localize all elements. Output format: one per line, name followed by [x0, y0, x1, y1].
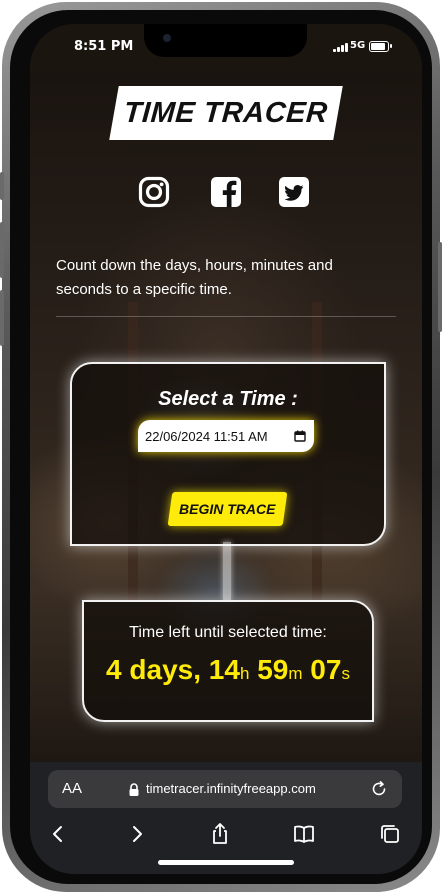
tabs-icon[interactable]: [378, 822, 402, 846]
time-selector-card: Select a Time : 22/06/2024 11:51 AM BEGI…: [70, 362, 386, 546]
signal-icon: [333, 42, 349, 52]
facebook-icon[interactable]: [210, 176, 242, 210]
logo-text: TIME TRACER: [123, 96, 330, 129]
begin-trace-button[interactable]: BEGIN TRACE: [167, 492, 288, 526]
time-left-label: Time left until selected time:: [129, 624, 327, 641]
browser-chrome: AA timetracer.infinityfreeapp.com: [30, 762, 422, 874]
app-logo[interactable]: TIME TRACER: [109, 86, 343, 140]
minutes-unit: m: [288, 664, 303, 683]
hours-unit: h: [239, 664, 250, 683]
instagram-icon[interactable]: [138, 176, 170, 210]
forward-icon[interactable]: [125, 822, 149, 846]
seconds-unit: s: [341, 664, 350, 683]
bookmarks-icon[interactable]: [292, 822, 316, 846]
countdown-card: Time left until selected time: 4 days, 1…: [82, 600, 374, 722]
countdown-seconds: 07: [310, 654, 342, 685]
calendar-icon[interactable]: [294, 430, 306, 442]
side-button: [438, 242, 442, 332]
countdown-display: 4 days, 14h 59m 07s: [84, 654, 372, 686]
twitter-icon[interactable]: [278, 176, 310, 210]
tagline: Count down the days, hours, minutes and …: [56, 257, 333, 298]
phone-frame: 8:51 PM 5G TIME TRACER Count down the da…: [0, 2, 442, 892]
reload-icon[interactable]: [370, 780, 388, 798]
select-time-label: Select a Time :: [158, 388, 298, 410]
status-bar: 8:51 PM 5G: [30, 24, 422, 72]
url-text[interactable]: timetracer.infinityfreeapp.com: [146, 781, 316, 796]
phone-screen: 8:51 PM 5G TIME TRACER Count down the da…: [30, 24, 422, 874]
text-size-button[interactable]: AA: [62, 780, 82, 797]
social-links: [138, 176, 316, 210]
address-bar[interactable]: AA timetracer.infinityfreeapp.com: [48, 770, 402, 808]
side-button: [0, 222, 4, 278]
countdown-hours: 14: [208, 654, 240, 685]
countdown-minutes: 59: [257, 654, 289, 685]
datetime-input[interactable]: 22/06/2024 11:51 AM: [138, 420, 314, 452]
side-button: [0, 172, 4, 200]
datetime-value: 22/06/2024 11:51 AM: [145, 428, 268, 444]
back-icon[interactable]: [46, 822, 70, 846]
side-button: [0, 290, 4, 346]
camera-icon: [163, 34, 171, 42]
share-icon[interactable]: [208, 822, 232, 846]
home-indicator[interactable]: [158, 860, 294, 865]
card-connector: [223, 542, 231, 600]
status-time: 8:51 PM: [74, 39, 134, 54]
lock-icon: [129, 783, 139, 796]
divider: [56, 316, 396, 317]
begin-trace-label: BEGIN TRACE: [179, 501, 276, 517]
countdown-days: 4 days,: [106, 654, 201, 685]
battery-icon: [369, 41, 392, 52]
browser-toolbar: [30, 814, 422, 854]
network-label: 5G: [350, 40, 366, 51]
